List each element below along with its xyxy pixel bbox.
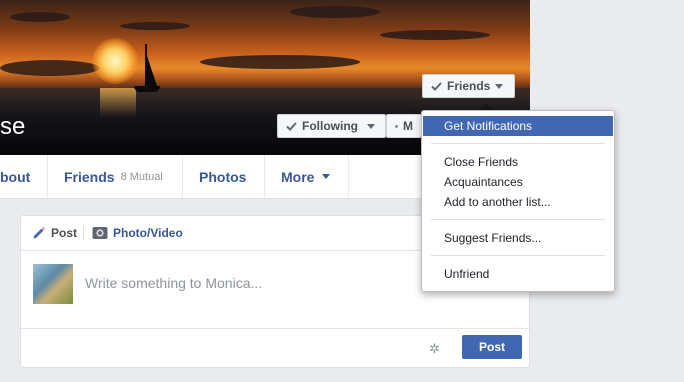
menu-divider [431,255,605,256]
menu-item-suggest-friends[interactable]: Suggest Friends... [422,228,614,248]
composer-input[interactable]: Write something to Monica... [85,275,262,291]
friends-dropdown-menu: Get Notifications Close Friends Acquaint… [421,110,615,292]
profile-name[interactable]: se [0,113,25,141]
menu-divider [431,219,605,220]
tab-photos-label: Photos [199,168,247,185]
composer-tab-photo-video[interactable]: Photo/Video [83,226,183,240]
menu-item-close-friends[interactable]: Close Friends [422,152,614,172]
message-button-label: M [403,119,413,133]
post-button[interactable]: Post [462,335,522,359]
friends-button-label: Friends [447,79,491,93]
tab-friends-label: Friends [64,168,115,185]
composer-tab-post-label: Post [51,226,78,240]
chevron-down-icon [367,123,375,129]
composer-tab-post[interactable]: Post [32,226,77,240]
menu-item-acquaintances[interactable]: Acquaintances [422,172,614,192]
composer-footer: ✲ [21,329,529,369]
following-button[interactable]: Following [277,114,386,138]
tab-more[interactable]: More [265,155,349,198]
following-button-label: Following [302,119,358,133]
menu-item-unfriend[interactable]: Unfriend [422,264,614,284]
tab-more-label: More [281,168,315,185]
check-icon [431,81,442,91]
menu-item-get-notifications[interactable]: Get Notifications [423,116,613,136]
messenger-icon [395,124,398,128]
sun [92,38,138,84]
friends-button[interactable]: Friends [422,74,515,98]
avatar[interactable] [33,264,73,304]
check-icon [286,121,297,131]
pencil-icon [33,227,45,239]
chevron-down-icon [495,83,504,89]
tab-friends[interactable]: Friends 8 Mutual [48,155,183,198]
gear-icon[interactable]: ✲ [429,341,440,357]
tab-photos[interactable]: Photos [183,155,265,198]
mutual-friends-count: 8 Mutual [120,170,163,183]
menu-arrow [480,103,494,110]
menu-divider [431,143,605,144]
tab-about[interactable]: bout [0,155,48,198]
message-button[interactable]: M [386,114,422,138]
menu-item-add-to-another-list[interactable]: Add to another list... [422,192,614,212]
camera-icon [92,227,108,239]
composer-tab-photo-video-label: Photo/Video [113,226,183,240]
tab-about-label: bout [0,168,31,185]
chevron-down-icon [322,174,331,179]
